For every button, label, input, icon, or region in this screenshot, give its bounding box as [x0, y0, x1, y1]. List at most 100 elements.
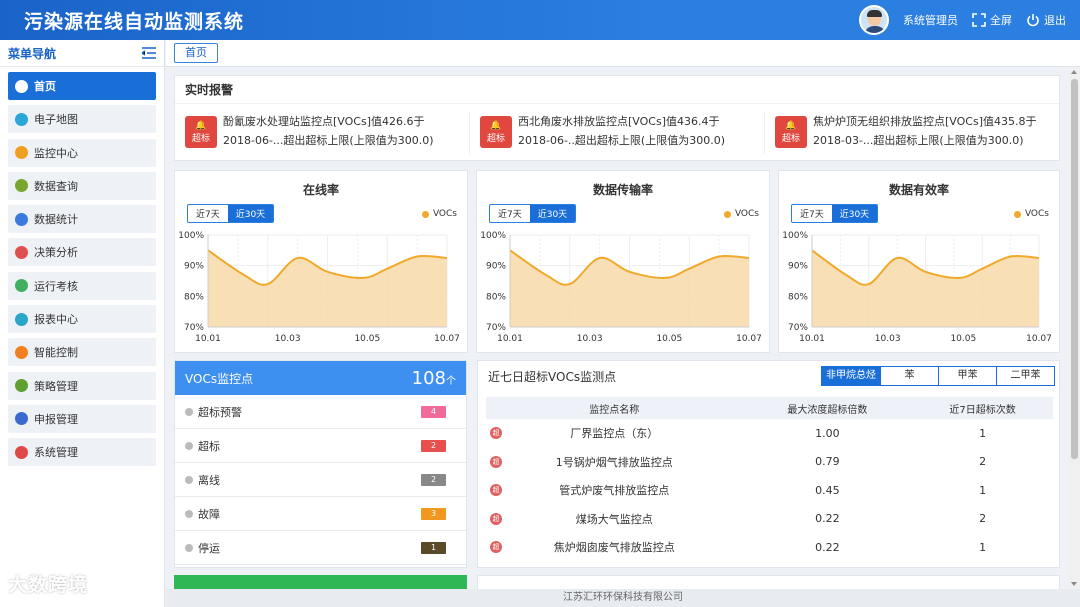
exceed-count: 2: [979, 455, 987, 469]
y-tick-label: 70%: [486, 323, 506, 333]
sidebar-item-6[interactable]: 运行考核: [8, 271, 156, 300]
tab-pollutant-1[interactable]: 苯: [880, 367, 938, 385]
table-row[interactable]: 超 管式炉废气排放监控点 0.45 1: [486, 476, 1053, 505]
tab-pollutant-2[interactable]: 甲苯: [938, 367, 996, 385]
sidebar-item-label: 智能控制: [34, 346, 78, 360]
menu-collapse-icon[interactable]: [142, 47, 156, 59]
chart-legend[interactable]: VOCs: [723, 209, 759, 219]
bell-icon: 🔔: [195, 120, 207, 131]
y-tick-label: 90%: [486, 262, 506, 272]
fault-icon: [185, 509, 193, 518]
point-name: 厂界监控点（东）: [570, 427, 659, 441]
period-30days[interactable]: 近30天: [831, 205, 878, 222]
sidebar-item-label: 决策分析: [34, 246, 78, 260]
bell-icon: 🔔: [785, 120, 797, 131]
vocs-status-row[interactable]: 超标预警 4: [175, 395, 466, 429]
y-tick-label: 80%: [486, 292, 506, 302]
alarm-badge: 🔔 超标: [775, 116, 807, 148]
alarm-item[interactable]: 🔔 超标 焦炉炉顶无组织排放监控点[VOCs]值435.8于 2018-03-...超…: [765, 112, 1059, 154]
sidebar-item-label: 申报管理: [34, 412, 78, 426]
fullscreen-button[interactable]: 全屏: [972, 12, 1012, 28]
table-row[interactable]: 超 煤场大气监控点 0.22 2: [486, 505, 1053, 534]
exceed-badge: 超: [490, 427, 502, 439]
sidebar-item-11[interactable]: 系统管理: [8, 438, 156, 467]
legend-dot: [723, 210, 731, 218]
sidebar-item-4[interactable]: 数据统计: [8, 205, 156, 234]
point-name: 焦炉烟囱废气排放监控点: [553, 541, 675, 555]
table-row[interactable]: 超 焦炉烟囱废气排放监控点 0.22 1: [486, 533, 1053, 562]
logout-button[interactable]: 退出: [1026, 12, 1066, 28]
period-30days[interactable]: 近30天: [227, 205, 274, 222]
sidebar-item-0[interactable]: 首页: [8, 72, 156, 100]
vocs-header[interactable]: VOCs监控点 108个: [175, 361, 466, 395]
sidebar-item-10[interactable]: 申报管理: [8, 404, 156, 433]
table-cell: 超 1号锅炉烟气排放监控点: [486, 448, 743, 477]
point-name: 管式炉废气排放监控点: [559, 484, 670, 498]
alarm-item[interactable]: 🔔 超标 西北角废水排放监控点[VOCs]值436.4于 2018-06-..超出超标…: [470, 112, 765, 154]
point-name: 煤场大气监控点: [575, 512, 653, 526]
control-icon: [15, 345, 28, 359]
breadcrumb-bar: 首页: [166, 40, 1080, 67]
y-tick-label: 90%: [184, 262, 204, 272]
alarm-item[interactable]: 🔔 超标 酚氰废水处理站监控点[VOCs]值426.6于 2018-06-...超出超…: [175, 112, 470, 154]
period-7days[interactable]: 近7天: [792, 205, 832, 222]
y-tick-label: 70%: [184, 323, 204, 333]
sidebar-header: 菜单导航: [0, 40, 164, 67]
legend-dot: [421, 210, 429, 218]
vocs-status-label: 离线: [198, 473, 220, 487]
exceed-badge: 超: [490, 512, 502, 525]
alarm-badge-label: 超标: [781, 133, 800, 144]
map-icon: [15, 112, 28, 126]
transmission-rate-chart: 数据传输率 近7天 近30天 VOCs 100% 90% 80% 70% 10.01 10.03 1…: [476, 170, 770, 353]
legend-label: VOCs: [734, 209, 759, 219]
sidebar-item-1[interactable]: 电子地图: [8, 105, 156, 134]
y-tick-label: 80%: [788, 292, 808, 302]
period-30days[interactable]: 近30天: [529, 205, 576, 222]
sidebar-item-9[interactable]: 策略管理: [8, 371, 156, 400]
period-7days[interactable]: 近7天: [188, 205, 228, 222]
table-row[interactable]: 超 厂界监控点（东） 1.00 1: [486, 419, 1053, 448]
sidebar-item-8[interactable]: 智能控制: [8, 338, 156, 367]
chart-legend[interactable]: VOCs: [1013, 209, 1049, 219]
tab-pollutant-0[interactable]: 非甲烷总烃: [822, 367, 880, 385]
x-tick-label: 10.07: [736, 334, 762, 344]
x-tick-label: 10.03: [875, 334, 901, 344]
vocs-status-row[interactable]: 停运 1: [175, 531, 466, 565]
exceed-points-panel: 近七日超标VOCs监测点 非甲烷总烃苯甲苯 二甲苯 监控点名称 最大浓度超标倍数 近7…: [477, 360, 1060, 568]
chart-plot: 100% 90% 80% 70%10.01 10.03 10.05 10.07: [178, 231, 460, 344]
data-query-icon: [15, 179, 28, 193]
avatar[interactable]: [859, 5, 889, 35]
exceed-table-title: 近七日超标VOCs监测点: [488, 369, 617, 384]
vocs-status-label: 故障: [198, 507, 220, 521]
period-toggle: 近7天 近30天: [489, 204, 577, 223]
user-name[interactable]: 系统管理员: [903, 12, 958, 28]
sidebar-item-3[interactable]: 数据查询: [8, 171, 156, 200]
power-icon: [1027, 14, 1039, 27]
offline-icon: [185, 475, 193, 484]
chart-legend[interactable]: VOCs: [421, 209, 457, 219]
vocs-status-count: 1: [421, 541, 446, 554]
vocs-status-row[interactable]: 离线 2: [175, 463, 466, 497]
exceed-badge: 超: [490, 484, 502, 496]
x-tick-label: 10.03: [577, 334, 603, 344]
vocs-status-count: 2: [421, 439, 446, 452]
legend-label: VOCs: [432, 209, 457, 219]
exceed-badge: 超: [490, 541, 502, 553]
table-row[interactable]: 超 1号锅炉烟气排放监控点 0.79 2: [486, 448, 1053, 477]
vocs-points-panel: VOCs监控点 108个 超标预警 4 超标 2 离线 2 故障 3 停运 1: [174, 360, 467, 568]
stop-icon: [185, 543, 193, 552]
table-cell: 超 管式炉废气排放监控点: [486, 476, 743, 505]
sidebar-item-label: 数据统计: [34, 213, 78, 227]
vocs-status-row[interactable]: 超标 2: [175, 429, 466, 463]
sidebar-item-5[interactable]: 决策分析: [8, 238, 156, 267]
system-icon: [15, 445, 28, 459]
sidebar-item-label: 监控中心: [34, 146, 78, 160]
breadcrumb-tab-home[interactable]: 首页: [174, 43, 218, 63]
vocs-status-row[interactable]: 故障 3: [175, 497, 466, 531]
sidebar-item-2[interactable]: 监控中心: [8, 138, 156, 167]
alarm-text: 西北角废水排放监控点[VOCs]值436.4于 2018-06-..超出超标上限(…: [518, 112, 725, 154]
period-7days[interactable]: 近7天: [490, 205, 530, 222]
sidebar-item-7[interactable]: 报表中心: [8, 305, 156, 334]
tab-pollutant-3[interactable]: 二甲苯: [996, 367, 1054, 385]
scrollbar[interactable]: [1069, 67, 1080, 589]
